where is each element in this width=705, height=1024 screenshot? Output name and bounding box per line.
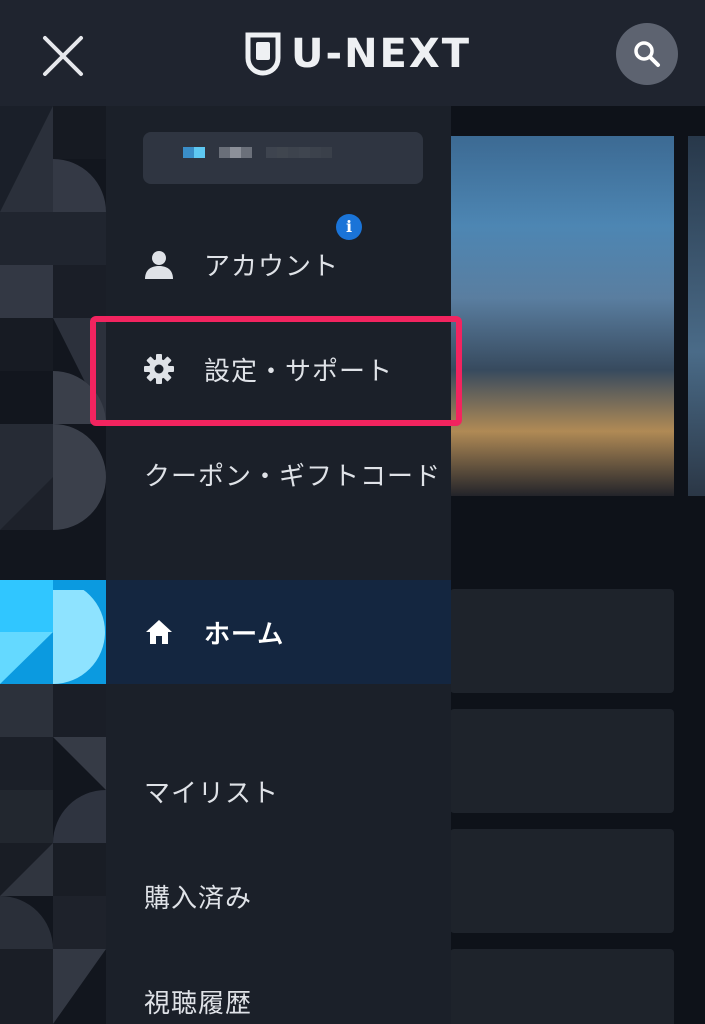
decorative-rail bbox=[0, 106, 106, 1024]
blurred-name bbox=[183, 147, 332, 158]
menu-item-account[interactable]: アカウント bbox=[106, 234, 451, 294]
close-button[interactable] bbox=[34, 27, 92, 85]
background-content bbox=[450, 106, 705, 1024]
menu-item-label: クーポン・ギフトコード bbox=[144, 461, 442, 492]
search-button[interactable] bbox=[616, 23, 678, 85]
close-icon bbox=[43, 36, 83, 76]
content-card[interactable] bbox=[450, 949, 674, 1024]
logo-shield-icon bbox=[245, 32, 281, 76]
menu-item-coupon-gift-code[interactable]: クーポン・ギフトコード bbox=[106, 444, 451, 504]
menu-item-label: マイリスト bbox=[144, 778, 280, 809]
menu-item-purchased[interactable]: 購入済み bbox=[106, 866, 451, 926]
content-card[interactable] bbox=[450, 829, 674, 933]
app-logo[interactable]: U-NEXT bbox=[245, 30, 471, 78]
featured-poster-image[interactable] bbox=[450, 136, 674, 496]
content-card[interactable] bbox=[450, 709, 674, 813]
next-poster-image[interactable] bbox=[688, 136, 705, 496]
menu-item-mylist[interactable]: マイリスト bbox=[106, 761, 451, 821]
menu-item-label: アカウント bbox=[204, 251, 340, 282]
menu-item-label: 購入済み bbox=[144, 883, 253, 914]
logo-text: U-NEXT bbox=[291, 31, 472, 77]
content-card[interactable] bbox=[450, 589, 674, 693]
highlight-box bbox=[90, 316, 462, 426]
menu-item-watch-history[interactable]: 視聴履歴 bbox=[106, 971, 451, 1024]
app-header: U-NEXT bbox=[0, 0, 705, 106]
menu-item-home[interactable]: ホーム bbox=[106, 580, 451, 684]
menu-item-label: ホーム bbox=[204, 619, 285, 650]
search-icon bbox=[634, 41, 660, 67]
profile-name-pill[interactable] bbox=[143, 132, 423, 184]
home-icon bbox=[142, 615, 176, 649]
person-icon bbox=[142, 247, 176, 281]
menu-item-label: 視聴履歴 bbox=[144, 988, 253, 1019]
side-drawer: i アカウント 設定・サポート クーポン・ギフトコード ホーム マイリスト 購入… bbox=[106, 106, 451, 1024]
